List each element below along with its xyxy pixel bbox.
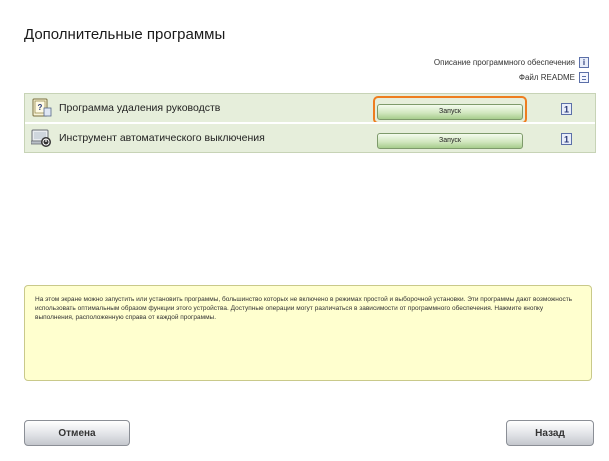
program-name: Инструмент автоматического выключения (59, 132, 265, 144)
page-title: Дополнительные программы (24, 26, 226, 43)
top-links: Описание программного обеспечения i Файл… (434, 55, 589, 85)
software-description-label: Описание программного обеспечения (433, 58, 575, 67)
software-description-link[interactable]: Описание программного обеспечения i (434, 55, 589, 70)
cancel-button[interactable]: Отмена (24, 420, 130, 446)
programs-list: ? Программа удаления руководств Запуск 1 (24, 93, 596, 153)
message-box: На этом экране можно запустить или устан… (24, 285, 592, 381)
svg-text:1: 1 (564, 135, 569, 145)
info-icon[interactable]: 1 (561, 132, 572, 150)
manual-uninstall-icon: ? (31, 98, 53, 118)
program-name: Программа удаления руководств (59, 102, 221, 114)
info-icon[interactable]: 1 (561, 102, 572, 120)
run-button-wrap: Запуск (377, 129, 523, 149)
run-button[interactable]: Запуск (377, 132, 523, 149)
info-icon[interactable]: i (579, 57, 589, 68)
svg-text:?: ? (38, 103, 43, 112)
readme-link[interactable]: Файл README (434, 70, 589, 85)
program-row: ? Программа удаления руководств Запуск 1 (25, 94, 595, 124)
program-row: Инструмент автоматического выключения За… (25, 122, 595, 152)
run-button[interactable]: Запуск (377, 103, 523, 120)
auto-shutdown-icon (30, 128, 53, 148)
svg-text:1: 1 (564, 105, 569, 115)
readme-label: Файл README (518, 73, 575, 82)
back-button[interactable]: Назад (506, 420, 594, 446)
message-text: На этом экране можно запустить или устан… (35, 296, 573, 321)
run-button-highlight: Запуск (373, 96, 527, 124)
document-icon[interactable] (579, 72, 589, 83)
